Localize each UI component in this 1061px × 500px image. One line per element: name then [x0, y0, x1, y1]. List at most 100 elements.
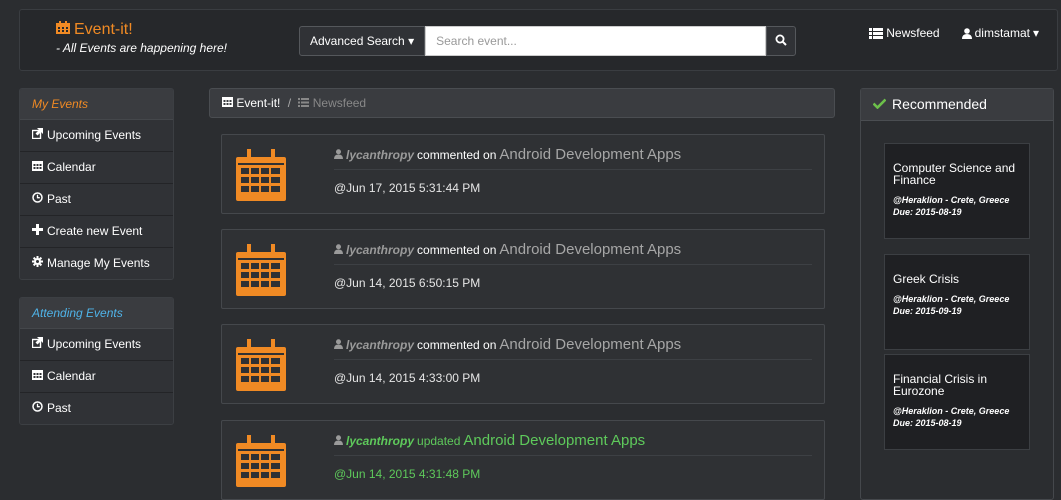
recommended-event-card[interactable]: Computer Science and Finance @Heraklion …	[884, 143, 1030, 239]
recommended-event-due: Due: 2015-09-19	[893, 306, 962, 316]
sidebar-item-manage-events[interactable]: Manage My Events	[20, 248, 173, 279]
recommended-event-card[interactable]: Greek Crisis @Heraklion - Crete, Greece …	[884, 254, 1030, 350]
list-icon	[869, 27, 884, 39]
feed-item: lycanthropy updated Android Development …	[221, 420, 825, 500]
my-events-header: My Events	[20, 89, 173, 120]
sidebar-item-label: Upcoming Events	[47, 128, 142, 142]
clock-icon	[32, 184, 43, 215]
sidebar-item-past[interactable]: Past	[20, 184, 173, 216]
calendar-icon	[236, 435, 286, 490]
username-label: dimstamat	[974, 26, 1030, 40]
calendar-icon	[236, 339, 286, 394]
advanced-search-button[interactable]: Advanced Search ▾	[299, 26, 426, 56]
caret-down-icon: ▾	[1032, 26, 1039, 40]
calendar-icon	[222, 96, 233, 110]
divider	[334, 455, 812, 456]
calendar-icon	[32, 361, 43, 392]
search-input[interactable]: Search event...	[425, 26, 767, 56]
external-link-icon	[31, 120, 43, 151]
divider	[334, 359, 812, 360]
breadcrumb-separator: /	[287, 96, 292, 110]
external-link-icon	[31, 329, 43, 360]
recommended-event-location: @Heraklion - Crete, Greece	[893, 406, 1010, 416]
user-icon	[961, 27, 972, 39]
calendar-icon	[56, 21, 70, 39]
feed-date: @Jun 14, 2015 4:33:00 PM	[334, 371, 481, 385]
feed-user[interactable]: lycanthropy	[346, 338, 414, 352]
brand-title: Event-it!	[74, 21, 133, 38]
feed-item: lycanthropy commented on Android Develop…	[221, 324, 825, 404]
recommended-panel: Recommended Computer Science and Finance…	[860, 88, 1054, 500]
user-icon	[334, 148, 343, 162]
breadcrumb-current: Newsfeed	[312, 96, 367, 110]
feed-user[interactable]: lycanthropy	[346, 243, 414, 257]
sidebar-item-create-event[interactable]: Create new Event	[20, 216, 173, 248]
feed-user[interactable]: lycanthropy	[346, 434, 414, 448]
recommended-event-title[interactable]: Computer Science and Finance	[893, 162, 1021, 186]
feed-action: updated	[417, 434, 461, 448]
recommended-event-due: Due: 2015-08-19	[893, 207, 962, 217]
sidebar: My Events Upcoming Events Calendar Past …	[19, 88, 174, 280]
sidebar-item-label: Past	[47, 401, 72, 415]
feed-action: commented on	[417, 148, 497, 162]
attending-events-panel: Attending Events Upcoming Events Calenda…	[19, 297, 174, 425]
caret-down-icon: ▾	[408, 34, 415, 48]
search-icon	[775, 34, 787, 49]
sidebar-item-label: Calendar	[47, 369, 96, 383]
search-button[interactable]	[766, 26, 797, 56]
top-navbar: Event-it! - All Events are happening her…	[19, 9, 1058, 71]
recommended-event-title[interactable]: Greek Crisis	[893, 273, 1021, 285]
feed-date: @Jun 17, 2015 5:31:44 PM	[334, 181, 481, 195]
feed-event-link[interactable]: Android Development Apps	[499, 336, 681, 353]
search-bar: Advanced Search ▾ Search event...	[299, 26, 797, 56]
sidebar-item-attending-upcoming[interactable]: Upcoming Events	[20, 329, 173, 361]
recommended-header: Recommended	[861, 89, 1053, 121]
calendar-icon	[32, 152, 43, 183]
feed-event-link[interactable]: Android Development Apps	[499, 146, 681, 163]
user-icon	[334, 338, 343, 352]
nav-newsfeed-link[interactable]: Newsfeed	[869, 26, 940, 40]
sidebar-item-attending-past[interactable]: Past	[20, 393, 173, 424]
recommended-event-title[interactable]: Financial Crisis in Eurozone	[893, 373, 1021, 397]
user-menu-button[interactable]: dimstamat ▾	[961, 26, 1039, 40]
recommended-event-card[interactable]: Financial Crisis in Eurozone @Heraklion …	[884, 354, 1030, 450]
user-icon	[334, 243, 343, 257]
breadcrumb-root[interactable]: Event-it!	[236, 96, 280, 110]
feed-event-link[interactable]: Android Development Apps	[499, 241, 681, 258]
check-icon	[872, 89, 887, 120]
brand-subtitle: - All Events are happening here!	[56, 41, 227, 55]
breadcrumb: Event-it! / Newsfeed	[209, 88, 835, 118]
sidebar-attending: Attending Events Upcoming Events Calenda…	[19, 297, 174, 425]
recommended-event-due: Due: 2015-08-19	[893, 418, 962, 428]
feed-event-link[interactable]: Android Development Apps	[463, 432, 645, 449]
sidebar-item-label: Upcoming Events	[47, 337, 142, 351]
list-icon	[298, 96, 310, 110]
sidebar-item-label: Create new Event	[47, 224, 143, 238]
advanced-search-label: Advanced Search	[310, 34, 405, 48]
feed-action: commented on	[417, 338, 497, 352]
sidebar-item-upcoming-events[interactable]: Upcoming Events	[20, 120, 173, 152]
divider	[334, 264, 812, 265]
gear-icon	[32, 248, 43, 279]
recommended-event-location: @Heraklion - Crete, Greece	[893, 195, 1010, 205]
feed-user[interactable]: lycanthropy	[346, 148, 414, 162]
attending-events-header: Attending Events	[20, 298, 173, 329]
feed-item: lycanthropy commented on Android Develop…	[221, 134, 825, 214]
clock-icon	[32, 393, 43, 424]
user-icon	[334, 434, 343, 448]
nav-newsfeed-label: Newsfeed	[886, 26, 940, 40]
brand[interactable]: Event-it! - All Events are happening her…	[56, 21, 227, 55]
recommended-event-location: @Heraklion - Crete, Greece	[893, 294, 1010, 304]
feed-date: @Jun 14, 2015 6:50:15 PM	[334, 276, 481, 290]
my-events-panel: My Events Upcoming Events Calendar Past …	[19, 88, 174, 280]
divider	[334, 169, 812, 170]
recommended-title: Recommended	[892, 96, 987, 112]
feed-action: commented on	[417, 243, 497, 257]
sidebar-item-label: Past	[47, 192, 72, 206]
sidebar-item-calendar[interactable]: Calendar	[20, 152, 173, 184]
calendar-icon	[236, 244, 286, 299]
sidebar-item-label: Manage My Events	[47, 256, 150, 270]
feed-date: @Jun 14, 2015 4:31:48 PM	[334, 467, 481, 481]
sidebar-item-attending-calendar[interactable]: Calendar	[20, 361, 173, 393]
sidebar-item-label: Calendar	[47, 160, 96, 174]
